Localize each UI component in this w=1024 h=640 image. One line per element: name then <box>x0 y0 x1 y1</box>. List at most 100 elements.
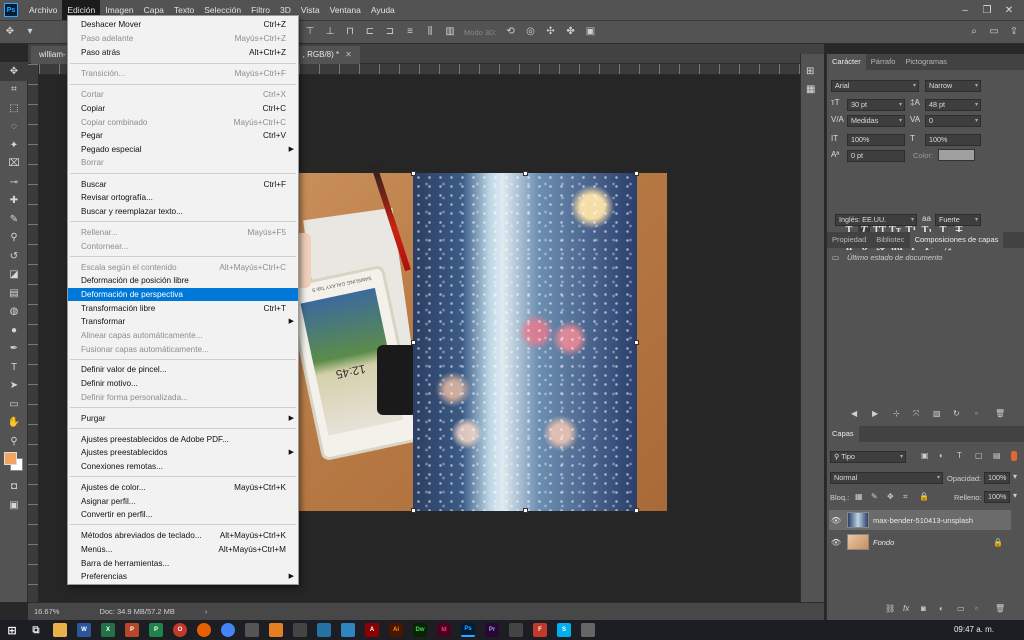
edit-menu-item[interactable]: Purgar ▶ <box>68 412 298 425</box>
panel-tab[interactable]: Composiciones de capas <box>909 232 1004 248</box>
layer-row[interactable]: 👁 Fondo 🔒 <box>829 532 1011 552</box>
zoom-level[interactable]: 16.67% <box>34 607 59 616</box>
text-color-swatch[interactable] <box>938 149 975 161</box>
edit-menu-item[interactable]: Deformación de posición libre <box>68 274 298 287</box>
horizontal-scale-field[interactable]: 100% <box>925 134 981 146</box>
edit-menu-item[interactable]: Ajustes preestablecidos de Adobe PDF... <box>68 433 298 446</box>
leading-field[interactable]: 48 pt ▾ <box>925 99 981 111</box>
new-layer-icon[interactable]: ▫ <box>975 604 978 613</box>
lock-all-icon[interactable]: 🔒 <box>919 492 929 501</box>
history-icon[interactable]: ⊞ <box>806 66 814 77</box>
transform-handle[interactable] <box>411 508 416 513</box>
edit-menu-item[interactable]: Buscar Ctrl+F <box>68 178 298 191</box>
filter-type-icon[interactable]: T <box>957 451 962 460</box>
transform-handle[interactable] <box>634 508 639 513</box>
visibility-comp-icon[interactable]: ⊹ <box>893 409 900 418</box>
prev-comp-icon[interactable]: ◀ <box>851 409 857 418</box>
pen-tool-icon[interactable]: ✒ <box>0 340 28 359</box>
chevron-down-icon[interactable]: ▾ <box>24 26 36 38</box>
edit-menu-item[interactable]: Pegado especial ▶ <box>68 143 298 156</box>
move-tool-icon[interactable]: ✥ <box>4 26 16 38</box>
edit-menu-item[interactable]: Deshacer Mover Ctrl+Z <box>68 18 298 31</box>
font-family-select[interactable]: Arial ▾ <box>831 80 919 92</box>
vertical-scale-field[interactable]: 100% <box>847 134 905 146</box>
comp-state-item[interactable]: Último estado de documento <box>847 253 942 262</box>
layer-filter-select[interactable]: ⚲ Tipo ▾ <box>830 451 906 463</box>
rectangle-tool-icon[interactable]: ▭ <box>0 395 28 414</box>
dodge-tool-icon[interactable]: ● <box>0 321 28 340</box>
marquee-tool-icon[interactable]: ⬚ <box>0 99 28 118</box>
filezilla-icon[interactable]: F <box>533 623 547 637</box>
edit-menu-item[interactable]: Transformación libre Ctrl+T <box>68 302 298 315</box>
quick-mask-icon[interactable]: ◘ <box>0 477 28 496</box>
acrobat-icon[interactable]: A <box>365 623 379 637</box>
tracking-field[interactable]: 0 ▾ <box>925 115 981 127</box>
share-icon[interactable]: ⇪ <box>1008 26 1020 38</box>
position-comp-icon[interactable]: ⤧ <box>913 409 919 419</box>
transform-handle[interactable] <box>634 340 639 345</box>
app-icon[interactable] <box>245 623 259 637</box>
font-style-select[interactable]: Narrow ▾ <box>925 80 981 92</box>
transform-handle[interactable] <box>523 508 528 513</box>
edit-menu-item[interactable]: Revisar ortografía... <box>68 191 298 204</box>
filter-adjust-icon[interactable]: ◐ <box>939 451 944 460</box>
eyedropper-tool-icon[interactable]: ⊸ <box>0 173 28 192</box>
lasso-tool-icon[interactable]: ◌ <box>0 118 28 137</box>
menu-item[interactable]: Ayuda <box>366 0 400 20</box>
edit-menu-item[interactable]: Preferencias ▶ <box>68 570 298 583</box>
menu-item[interactable]: Archivo <box>24 0 62 20</box>
filter-shape-icon[interactable]: ▢ <box>975 451 983 460</box>
firefox-icon[interactable] <box>197 623 211 637</box>
lock-artboard-icon[interactable]: ⌗ <box>903 492 908 502</box>
group-icon[interactable]: ▭ <box>957 604 965 613</box>
publisher-icon[interactable]: P <box>149 623 163 637</box>
app-icon[interactable] <box>317 623 331 637</box>
panel-tab[interactable]: Bibliotec <box>871 232 909 248</box>
skype-icon[interactable]: S <box>557 623 571 637</box>
windows-start-icon[interactable]: ⊞ <box>5 623 19 637</box>
close-icon[interactable]: ✕ <box>998 5 1020 16</box>
maximize-icon[interactable]: ❐ <box>976 5 998 16</box>
excel-icon[interactable]: X <box>101 623 115 637</box>
pan-3d-icon[interactable]: ✣ <box>545 26 557 38</box>
edit-menu-item[interactable]: Buscar y reemplazar texto... <box>68 205 298 218</box>
chrome-icon[interactable] <box>221 623 235 637</box>
edit-menu-item[interactable]: Pegar Ctrl+V <box>68 129 298 142</box>
move-tool-icon[interactable]: ✥ <box>0 62 28 81</box>
artboard-tool-icon[interactable]: ⌗ <box>0 81 28 100</box>
close-tab-icon[interactable]: ✕ <box>345 46 352 64</box>
roll-3d-icon[interactable]: ◎ <box>525 26 537 38</box>
align-top-icon[interactable]: ⊤ <box>304 26 316 38</box>
layer-name[interactable]: Fondo <box>873 538 894 547</box>
update-comp-icon[interactable]: ↻ <box>953 409 960 418</box>
illustrator-icon[interactable]: Ai <box>389 623 403 637</box>
lock-position-icon[interactable]: ✥ <box>887 492 894 501</box>
align-left-icon[interactable]: ⊏ <box>364 26 376 38</box>
type-tool-icon[interactable]: T <box>0 358 28 377</box>
slide-3d-icon[interactable]: ✤ <box>565 26 577 38</box>
eye-icon[interactable]: 👁 <box>829 516 843 525</box>
foreground-color-swatch[interactable] <box>4 452 17 465</box>
app-icon[interactable] <box>293 623 307 637</box>
healing-tool-icon[interactable]: ✚ <box>0 192 28 211</box>
zoom-tool-icon[interactable]: ⚲ <box>0 432 28 451</box>
task-view-icon[interactable]: ⧉ <box>29 623 43 637</box>
menu-item[interactable]: Vista <box>296 0 325 20</box>
panel-tab[interactable]: Párrafo <box>866 54 901 70</box>
stamp-tool-icon[interactable]: ⚲ <box>0 229 28 248</box>
tab-layers[interactable]: Capas <box>827 426 859 442</box>
edit-menu-item[interactable]: Definir valor de pincel... <box>68 363 298 376</box>
edit-menu-item[interactable]: Deformación de perspectiva <box>68 288 298 301</box>
lock-transparency-icon[interactable]: ▦ <box>855 492 863 501</box>
filter-smart-icon[interactable]: ▤ <box>993 451 1001 460</box>
panel-tab[interactable]: Pictogramas <box>900 54 952 70</box>
edit-menu-item[interactable]: Paso atrás Alt+Ctrl+Z <box>68 46 298 59</box>
edit-menu-item[interactable]: Transformar ▶ <box>68 315 298 328</box>
transform-handle[interactable] <box>634 171 639 176</box>
minimize-icon[interactable]: – <box>954 5 976 16</box>
orbit-3d-icon[interactable]: ⟲ <box>505 26 517 38</box>
edit-menu-item[interactable]: Ajustes preestablecidos ▶ <box>68 446 298 459</box>
grid-icon[interactable]: ▦ <box>806 84 815 95</box>
lock-pixels-icon[interactable]: ✎ <box>871 492 878 501</box>
appearance-comp-icon[interactable]: ▧ <box>933 409 941 418</box>
